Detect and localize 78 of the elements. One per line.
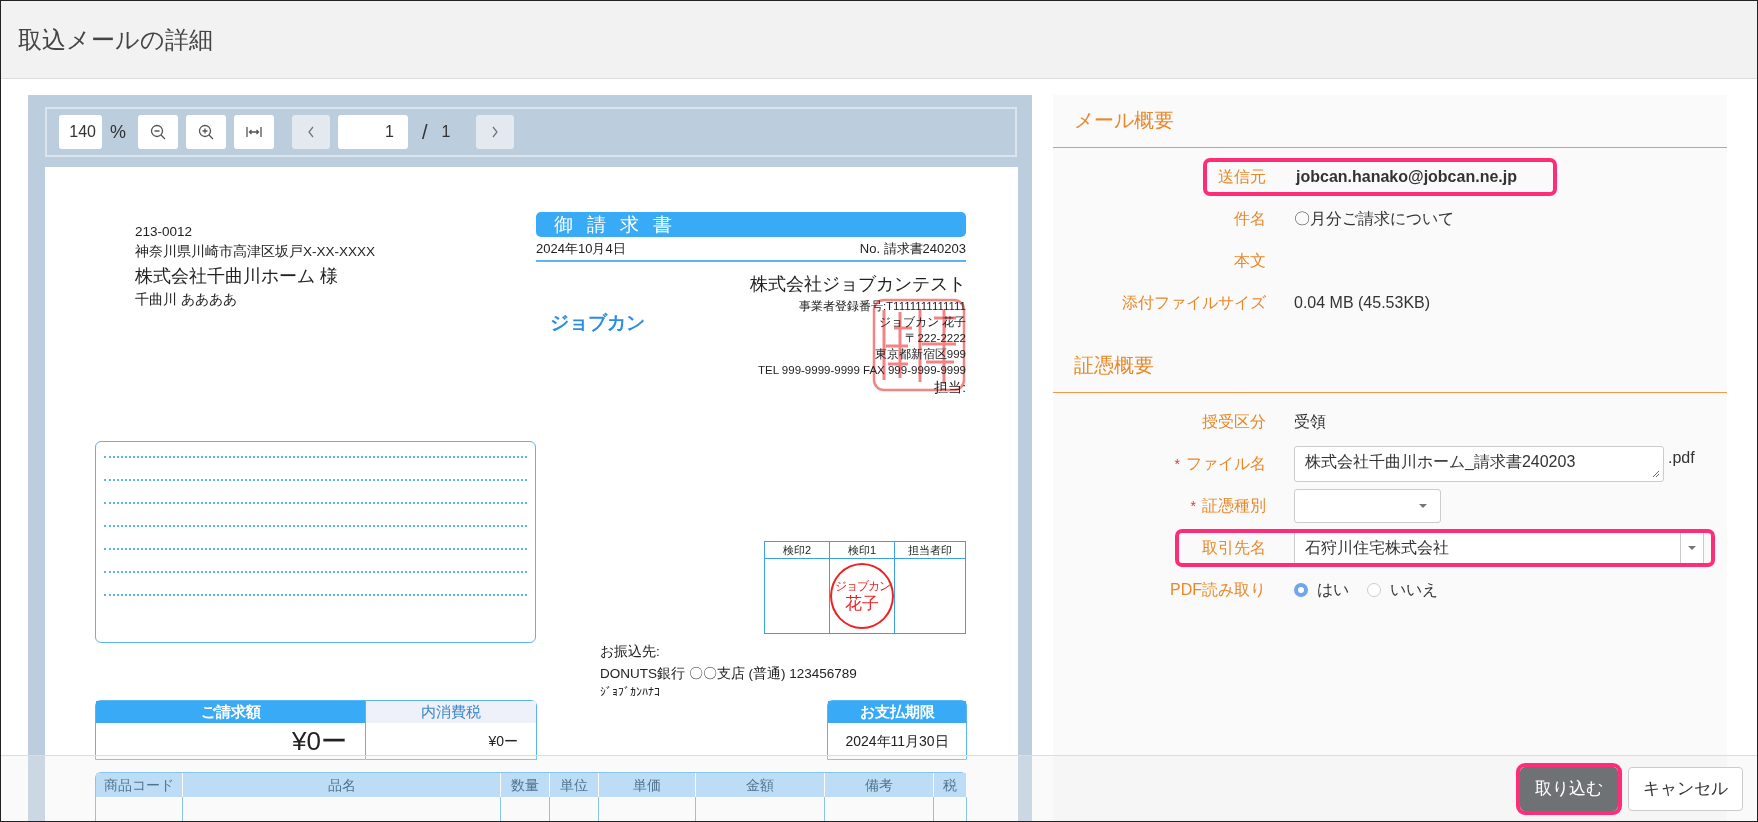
- billed-amount-label: ご請求額: [96, 701, 365, 723]
- page-separator: /: [422, 120, 428, 144]
- account-holder: ｼﾞｮﾌﾞｶﾝﾊﾅｺ: [600, 685, 661, 700]
- chevron-left-icon: [306, 125, 316, 139]
- tax-label: 内消費税: [366, 701, 536, 723]
- table-header: 単価: [599, 773, 696, 797]
- radio-button[interactable]: [1367, 583, 1381, 597]
- seal-text: 花子: [845, 593, 879, 614]
- seal-text: ジョブカン: [834, 578, 890, 594]
- table-header: 商品コード: [96, 773, 183, 797]
- table-header: 単位: [550, 773, 599, 797]
- issuer-company: 株式会社ジョブカンテスト: [750, 273, 966, 296]
- required-asterisk: *: [1190, 497, 1196, 514]
- field-value: 0.04 MB (45.53KB): [1294, 294, 1431, 312]
- field-label: 送信元: [1217, 166, 1266, 187]
- contact-label: 担当:: [933, 379, 966, 397]
- recipient-company: 株式会社千曲川ホーム 様: [135, 265, 339, 288]
- postal-code: 213-0012: [135, 223, 194, 241]
- table-header: 品名: [183, 773, 501, 797]
- field-label: 授受区分: [1202, 412, 1266, 430]
- zoom-in-icon: [198, 124, 214, 140]
- fit-width-icon: [246, 124, 262, 140]
- company-logo: ジョブカン: [550, 311, 645, 335]
- field-label: ファイル名: [1186, 454, 1266, 472]
- table-header: 数量: [501, 773, 550, 797]
- zoom-out-button[interactable]: [138, 115, 178, 149]
- percent-label: %: [110, 121, 126, 143]
- invoice-title: 御請求書: [536, 212, 966, 237]
- field-value: 受領: [1294, 411, 1326, 432]
- table-header: 検印1: [830, 542, 894, 559]
- required-asterisk: *: [1174, 455, 1180, 472]
- invoice-number: No. 請求書240203: [859, 240, 966, 258]
- issuer-address-line: 東京都新宿区999: [873, 347, 966, 362]
- tax-value: ¥0ー: [487, 732, 519, 751]
- cancel-button[interactable]: キャンセル: [1628, 766, 1743, 811]
- table-header: 検印2: [765, 542, 829, 559]
- due-date-label: お支払期限: [828, 701, 966, 723]
- caret-icon: [1687, 545, 1697, 551]
- recipient-person: 千曲川 ああああ: [135, 291, 238, 309]
- file-extension: .pdf: [1668, 449, 1695, 467]
- radio-option[interactable]: いいえ: [1367, 579, 1438, 601]
- billed-amount-value: ¥0ー: [291, 725, 348, 758]
- file-name-field[interactable]: 株式会社千曲川ホーム_請求書240203: [1294, 446, 1664, 482]
- section-heading: 証憑概要: [1053, 340, 1727, 393]
- field-value: 〇月分ご請求について: [1294, 208, 1454, 229]
- caret-icon: [1418, 503, 1428, 509]
- radio-button[interactable]: [1294, 583, 1308, 597]
- resize-handle-icon: [1652, 470, 1660, 478]
- field-label: PDF読み取り: [1170, 580, 1266, 598]
- field-label: 添付ファイルサイズ: [1121, 292, 1266, 313]
- field-label: 本文: [1233, 250, 1266, 271]
- zoom-out-icon: [150, 124, 166, 140]
- document-type-select[interactable]: [1294, 489, 1441, 523]
- field-label: 取引先名: [1202, 538, 1266, 556]
- section-heading: メール概要: [1053, 95, 1727, 148]
- field-value: jobcan.hanako@jobcan.ne.jp: [1296, 168, 1517, 186]
- fit-width-button[interactable]: [234, 115, 274, 149]
- table-header: 担当者印: [895, 542, 965, 559]
- issuer-address-line: 〒222-2222: [904, 331, 966, 346]
- registration-number: 事業者登録番号:T1111111111111: [797, 299, 966, 314]
- table-header: 税: [934, 773, 967, 797]
- bank-label: お振込先:: [600, 643, 661, 661]
- issuer-phone: TEL 999-9999-9999 FAX 999-9999-9999: [757, 363, 966, 378]
- field-label: 証憑種別: [1202, 496, 1266, 514]
- recipient-address: 神奈川県川崎市高津区坂戸X-XX-XXXX: [135, 243, 377, 261]
- radio-option[interactable]: はい: [1294, 579, 1349, 601]
- zoom-in-button[interactable]: [186, 115, 226, 149]
- page-field[interactable]: 1: [338, 115, 408, 149]
- field-label: 件名: [1233, 208, 1266, 229]
- zoom-field[interactable]: 140: [59, 115, 102, 149]
- issuer-address-line: ジョブカン 花子: [877, 315, 966, 330]
- dialog-title: 取込メールの詳細: [18, 24, 213, 55]
- page-total: 1: [441, 123, 451, 141]
- due-date-value: 2024年11月30日: [844, 732, 950, 751]
- table-header: 金額: [696, 773, 825, 797]
- table-header: 備考: [825, 773, 934, 797]
- invoice-date: 2024年10月4日: [536, 240, 626, 258]
- bank-account: DONUTS銀行 〇〇支店 (普通) 123456789: [600, 665, 857, 683]
